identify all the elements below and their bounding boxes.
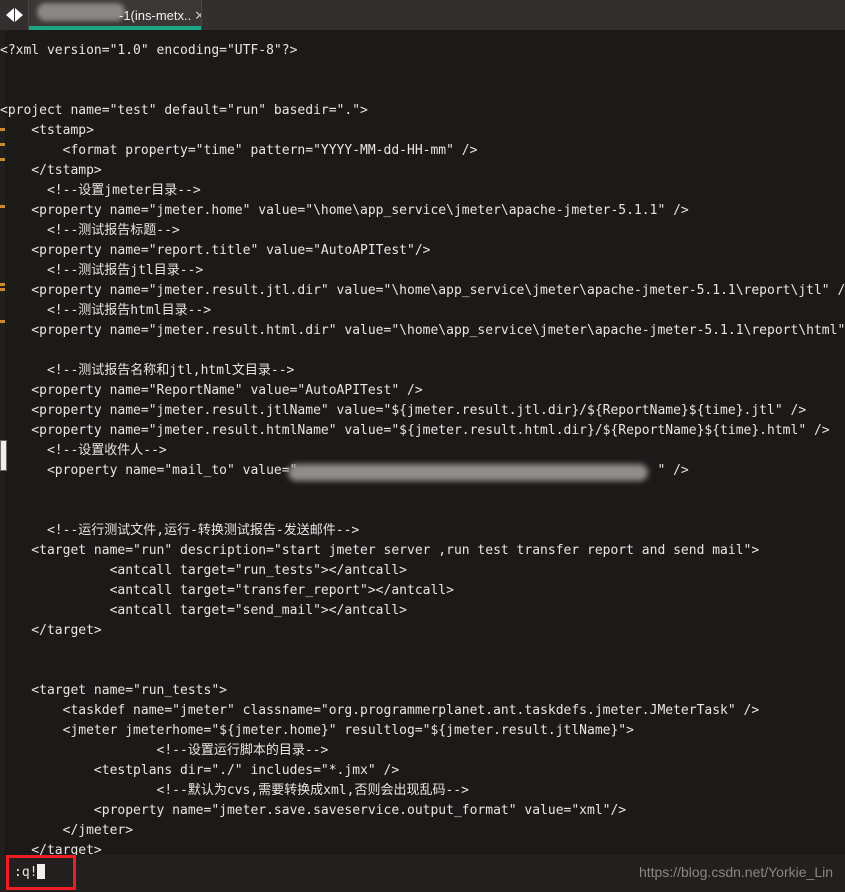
- code-line: <!--测试报告html目录-->: [0, 303, 212, 318]
- code-line: <!--测试报告名称和jtl,html文目录-->: [0, 363, 295, 378]
- code-line: <target name="run" description="start jm…: [0, 543, 760, 558]
- code-line: <antcall target="transfer_report"></antc…: [0, 583, 454, 598]
- code-line: <!--默认为cvs,需要转换成xml,否则会出现乱码-->: [0, 783, 469, 798]
- code-line: <!--运行测试文件,运行-转换测试报告-发送邮件-->: [0, 523, 360, 538]
- tab-label: -1(ins-metx..: [119, 7, 192, 23]
- tab-nav-arrows[interactable]: [0, 0, 28, 30]
- code-line: <property name="jmeter.save.saveservice.…: [0, 803, 627, 818]
- code-line: </tstamp>: [0, 163, 102, 178]
- code-line: <!--测试报告标题-->: [0, 223, 180, 238]
- code-line: <property name="jmeter.home" value="\hom…: [0, 203, 689, 218]
- code-line: <!--设置收件人-->: [0, 443, 167, 458]
- triangle-right-icon[interactable]: [14, 8, 23, 22]
- vim-editor-pane[interactable]: <?xml version="1.0" encoding="UTF-8"?> <…: [0, 30, 845, 855]
- code-line: </target>: [0, 623, 102, 638]
- code-line: <testplans dir="./" includes="*.jmx" />: [0, 763, 400, 778]
- code-line: <property name="report.title" value="Aut…: [0, 243, 431, 258]
- text-cursor: [37, 864, 46, 879]
- code-line: <tstamp>: [0, 123, 94, 138]
- code-line: <taskdef name="jmeter" classname="org.pr…: [0, 703, 760, 718]
- tab-redaction-blur: [37, 3, 125, 21]
- xml-source-text: <?xml version="1.0" encoding="UTF-8"?> <…: [0, 30, 845, 855]
- code-line: <property name="ReportName" value="AutoA…: [0, 383, 423, 398]
- code-line: <target name="run_tests">: [0, 683, 227, 698]
- close-icon[interactable]: ✕: [191, 9, 201, 22]
- vim-status-bar: :q! https://blog.csdn.net/Yorkie_Lin: [0, 855, 845, 892]
- terminal-tab[interactable]: -1(ins-metx.. ✕: [28, 0, 202, 30]
- code-line: </target>: [0, 843, 102, 855]
- triangle-left-icon[interactable]: [5, 8, 14, 22]
- mail-to-redaction-blur: [288, 464, 648, 481]
- watermark-url: https://blog.csdn.net/Yorkie_Lin: [638, 864, 833, 880]
- code-line: </jmeter>: [0, 823, 134, 838]
- code-line: <format property="time" pattern="YYYY-MM…: [0, 143, 478, 158]
- vim-command-text: :q!: [14, 865, 38, 880]
- code-line: <property name="jmeter.result.html.dir" …: [0, 323, 845, 338]
- code-line: <antcall target="send_mail"></antcall>: [0, 603, 407, 618]
- code-line: <property name="jmeter.result.htmlName" …: [0, 423, 830, 438]
- code-line: <!--设置jmeter目录-->: [0, 183, 201, 198]
- vim-command-line[interactable]: :q!: [14, 864, 46, 881]
- tab-bar: -1(ins-metx.. ✕: [0, 0, 845, 30]
- code-line: <!--测试报告jtl目录-->: [0, 263, 204, 278]
- code-line: <!--设置运行脚本的目录-->: [0, 743, 329, 758]
- code-line: <property name="jmeter.result.jtl.dir" v…: [0, 283, 845, 298]
- code-line: <jmeter jmeterhome="${jmeter.home}" resu…: [0, 723, 634, 738]
- code-line: <property name="jmeter.result.jtlName" v…: [0, 403, 807, 418]
- code-line: <antcall target="run_tests"></antcall>: [0, 563, 407, 578]
- code-line: <?xml version="1.0" encoding="UTF-8"?>: [0, 43, 298, 58]
- code-line: <project name="test" default="run" based…: [0, 103, 368, 118]
